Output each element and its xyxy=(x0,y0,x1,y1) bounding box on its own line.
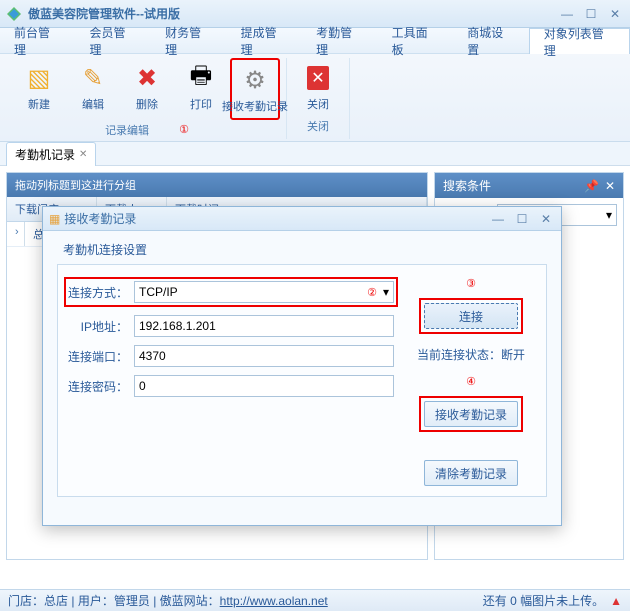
site-link[interactable]: http://www.aolan.net xyxy=(220,594,328,608)
ip-label: IP地址： xyxy=(68,318,134,335)
group-label: 考勤机连接设置 xyxy=(57,241,547,258)
group-drop-area[interactable]: 拖动列标题到这进行分组 xyxy=(7,173,427,197)
connection-status: 当前连接状态：断开 xyxy=(417,346,525,363)
receive-attendance-button[interactable]: ⚙ 接收考勤记录 xyxy=(230,58,280,120)
menu-tools[interactable]: 工具面板 xyxy=(378,28,454,53)
printer-icon: 🖶 xyxy=(185,62,217,94)
ribbon-close-group-label: 关闭 xyxy=(307,118,329,134)
port-input[interactable] xyxy=(134,345,394,367)
dialog-title-text: 接收考勤记录 xyxy=(64,210,136,227)
gear-icon: ⚙ xyxy=(239,64,271,96)
ip-input[interactable] xyxy=(134,315,394,337)
ribbon-group-label: 记录编辑 xyxy=(105,122,149,138)
marker-3: ③ xyxy=(466,277,476,290)
pin-icon[interactable]: 📌 xyxy=(584,179,599,193)
conn-type-select[interactable]: TCP/IP ② ▾ xyxy=(134,281,394,303)
receive-attendance-dialog: ▦ 接收考勤记录 — ☐ ✕ 考勤机连接设置 连接方式： TCP/IP ② ▾ xyxy=(42,206,562,526)
upload-icon[interactable]: ▲ xyxy=(610,594,622,608)
maximize-button[interactable]: ☐ xyxy=(582,6,600,22)
ribbon: ▧ 新建 ✎ 编辑 ✖ 删除 🖶 打印 ⚙ 接收考勤记录 记录编辑 ① xyxy=(0,54,630,142)
chevron-down-icon: ▾ xyxy=(383,285,389,299)
delete-button[interactable]: ✖ 删除 xyxy=(122,58,172,120)
connect-button[interactable]: 连接 xyxy=(424,303,518,329)
panel-close-icon[interactable]: ✕ xyxy=(605,179,615,193)
close-ribbon-button[interactable]: ✕ 关闭 xyxy=(293,58,343,116)
statusbar: 门店：总店 | 用户：管理员 | 傲蓝网站：http://www.aolan.n… xyxy=(0,589,630,611)
doc-tab-label: 考勤机记录 xyxy=(15,146,75,163)
status-left: 门店：总店 | 用户：管理员 | 傲蓝网站：http://www.aolan.n… xyxy=(8,592,328,609)
app-logo xyxy=(6,6,22,22)
search-title: 搜索条件 xyxy=(443,177,491,194)
pwd-input[interactable] xyxy=(134,375,394,397)
pwd-label: 连接密码： xyxy=(68,378,134,395)
conn-type-row: 连接方式： TCP/IP ② ▾ xyxy=(64,277,398,307)
menu-object-list[interactable]: 对象列表管理 xyxy=(529,28,630,54)
search-panel-header: 搜索条件 📌 ✕ xyxy=(435,173,623,198)
menu-finance[interactable]: 财务管理 xyxy=(151,28,227,53)
menu-member[interactable]: 会员管理 xyxy=(76,28,152,53)
menu-frontdesk[interactable]: 前台管理 xyxy=(0,28,76,53)
menu-attendance[interactable]: 考勤管理 xyxy=(302,28,378,53)
dialog-close[interactable]: ✕ xyxy=(537,211,555,227)
doc-tab-attendance[interactable]: 考勤机记录 ✕ xyxy=(6,142,96,166)
new-button[interactable]: ▧ 新建 xyxy=(14,58,64,120)
edit-button[interactable]: ✎ 编辑 xyxy=(68,58,118,120)
minimize-button[interactable]: — xyxy=(558,6,576,22)
ribbon-group-edit: ▧ 新建 ✎ 编辑 ✖ 删除 🖶 打印 ⚙ 接收考勤记录 记录编辑 ① xyxy=(8,58,287,139)
marker-4: ④ xyxy=(466,375,476,388)
dialog-minimize[interactable]: — xyxy=(489,211,507,227)
upload-status: 还有 0 幅图片未上传。 xyxy=(483,592,604,609)
close-button[interactable]: ✕ xyxy=(606,6,624,22)
dialog-maximize[interactable]: ☐ xyxy=(513,211,531,227)
row-indicator: › xyxy=(7,222,25,246)
port-label: 连接端口： xyxy=(68,348,134,365)
conn-type-label: 连接方式： xyxy=(68,284,134,301)
menu-mall[interactable]: 商城设置 xyxy=(453,28,529,53)
menu-commission[interactable]: 提成管理 xyxy=(227,28,303,53)
x-icon: ✖ xyxy=(131,62,163,94)
marker-2: ② xyxy=(367,286,377,299)
receive-records-button[interactable]: 接收考勤记录 xyxy=(424,401,518,427)
close-icon: ✕ xyxy=(302,62,334,94)
ribbon-group-close: ✕ 关闭 关闭 xyxy=(287,58,350,139)
clear-records-button[interactable]: 清除考勤记录 xyxy=(424,460,518,486)
doc-tabs: 考勤机记录 ✕ xyxy=(0,142,630,166)
dialog-titlebar[interactable]: ▦ 接收考勤记录 — ☐ ✕ xyxy=(43,207,561,231)
menubar: 前台管理 会员管理 财务管理 提成管理 考勤管理 工具面板 商城设置 对象列表管… xyxy=(0,28,630,54)
document-icon: ▧ xyxy=(23,62,55,94)
chevron-down-icon: ▾ xyxy=(606,208,612,222)
marker-1: ① xyxy=(179,123,189,136)
print-button[interactable]: 🖶 打印 xyxy=(176,58,226,120)
pencil-icon: ✎ xyxy=(77,62,109,94)
window-title: 傲蓝美容院管理软件--试用版 xyxy=(28,5,558,22)
tab-close-icon[interactable]: ✕ xyxy=(79,149,87,160)
dialog-icon: ▦ xyxy=(49,212,60,226)
